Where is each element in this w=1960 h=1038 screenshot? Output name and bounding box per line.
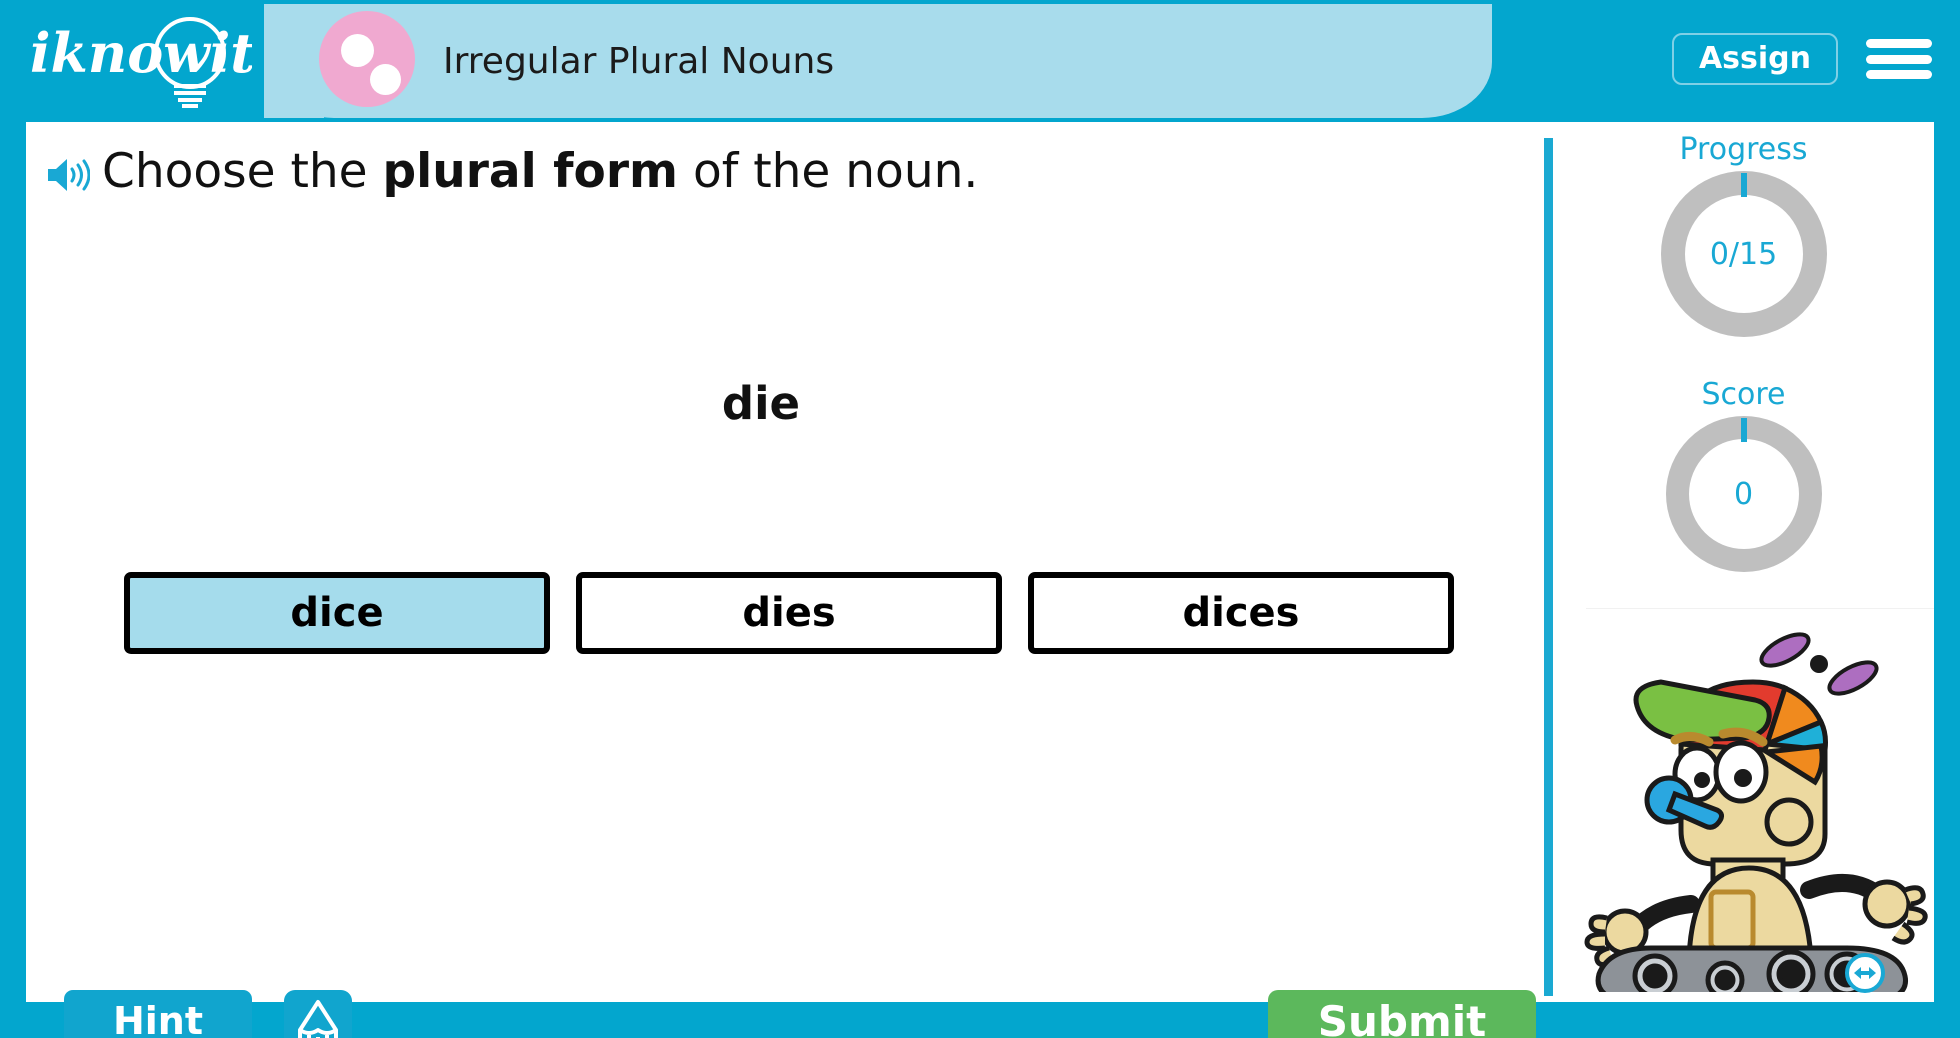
question-prompt: Choose the plural form of the noun. — [102, 144, 978, 199]
progress-label: Progress — [1679, 132, 1808, 167]
speaker-icon[interactable] — [46, 155, 90, 195]
app-header: iknowit Irregular Plural Nouns Assign — [0, 0, 1960, 118]
progress-ring-hole: 0/15 — [1684, 195, 1803, 313]
progress-value: 0/15 — [1709, 236, 1778, 272]
robot-mascot-icon — [1584, 632, 1928, 992]
app-root: iknowit Irregular Plural Nouns Assign Ch… — [0, 0, 1960, 1038]
question-main-panel: Choose the plural form of the noun. die … — [26, 122, 1544, 1038]
topic-title-pill: Irregular Plural Nouns — [264, 4, 1492, 118]
question-prompt-row: Choose the plural form of the noun. — [46, 144, 978, 199]
answer-option-2[interactable]: dices — [1028, 572, 1454, 654]
hint-button[interactable]: Hint — [64, 990, 252, 1038]
resize-horizontal-icon[interactable] — [1844, 952, 1886, 994]
answer-option-1[interactable]: dies — [576, 572, 1002, 654]
score-tick — [1740, 418, 1747, 442]
answer-options: dice dies dices — [124, 572, 1454, 654]
target-word: die — [721, 377, 801, 430]
panel-divider — [1544, 138, 1553, 996]
pencil-icon — [298, 1000, 338, 1038]
score-label: Score — [1701, 377, 1786, 412]
prompt-emphasis: plural form — [382, 144, 679, 199]
prompt-prefix: Choose the — [102, 144, 383, 199]
sidebar-section-divider — [1586, 608, 1934, 609]
score-ring: 0 — [1665, 416, 1822, 572]
score-ring-hole: 0 — [1688, 439, 1799, 549]
hamburger-menu-icon[interactable] — [1866, 33, 1932, 85]
prompt-suffix: of the noun. — [678, 144, 979, 199]
status-sidebar: Progress 0/15 Score 0 — [1553, 122, 1934, 1002]
progress-ring: 0/15 — [1660, 171, 1827, 337]
score-value: 0 — [1733, 476, 1754, 512]
score-meter: Score 0 — [1553, 377, 1934, 572]
answer-option-0[interactable]: dice — [124, 572, 550, 654]
pink-circle-dots-icon — [319, 11, 415, 107]
submit-button[interactable]: Submit — [1268, 990, 1536, 1038]
progress-tick — [1740, 173, 1747, 197]
question-card: Choose the plural form of the noun. die … — [26, 122, 1934, 1038]
svg-text:iknowit: iknowit — [30, 21, 252, 85]
progress-meter: Progress 0/15 — [1553, 132, 1934, 337]
iknowit-logo[interactable]: iknowit — [22, 10, 255, 110]
assign-button[interactable]: Assign — [1672, 33, 1838, 85]
scratchpad-button[interactable] — [284, 990, 352, 1038]
topic-title: Irregular Plural Nouns — [443, 40, 835, 82]
